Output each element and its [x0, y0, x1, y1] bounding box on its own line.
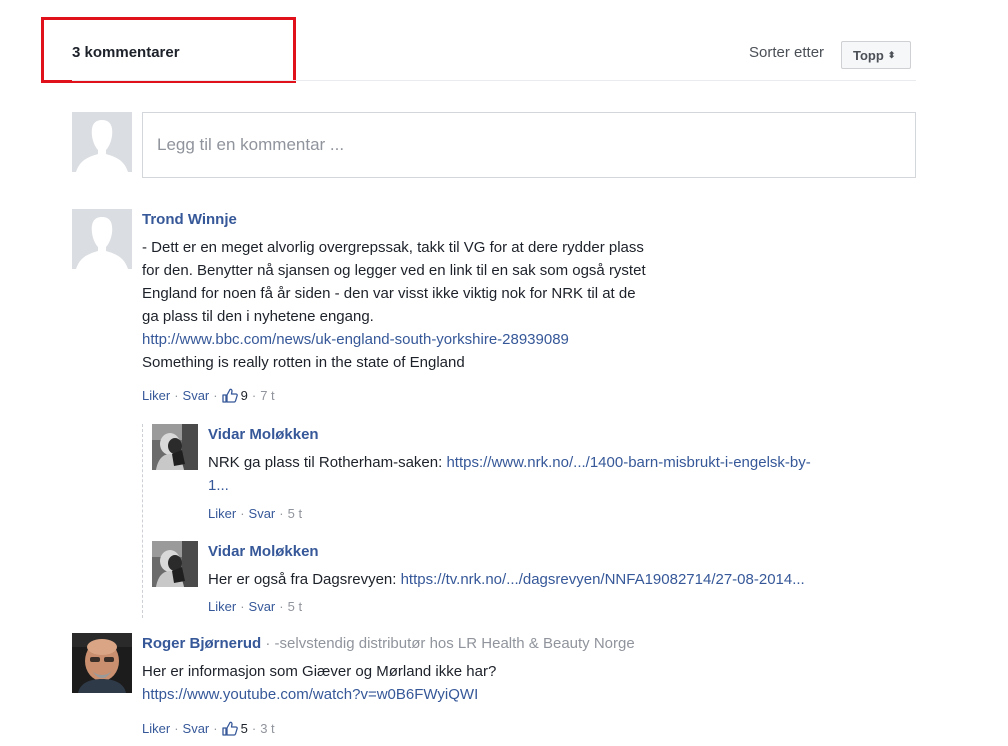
header-divider: [72, 80, 916, 81]
reply-link-url[interactable]: https://www.nrk.no/.../1400-barn-misbruk…: [446, 454, 810, 471]
comment-line: England for noen få år siden - den var v…: [142, 285, 636, 302]
sort-dropdown[interactable]: Topp ⬍: [841, 41, 911, 69]
author-subtitle: -selvstendig distributør hos LR Health &…: [274, 635, 635, 652]
reply-avatar[interactable]: [152, 541, 198, 587]
like-count: 9: [240, 388, 248, 403]
comment-author[interactable]: Roger Bjørnerud: [142, 635, 261, 652]
reply-thread-line: [142, 424, 143, 618]
reply-actions: Liker · Svar · 5 t: [208, 506, 303, 521]
comment-count: 3 kommentarer: [72, 44, 180, 61]
reply-time[interactable]: 5 t: [288, 599, 302, 614]
commenter-avatar[interactable]: [72, 633, 132, 693]
like-link[interactable]: Liker: [208, 599, 236, 614]
comment-link[interactable]: http://www.bbc.com/news/uk-england-south…: [142, 331, 569, 348]
reply-link[interactable]: Svar: [249, 599, 276, 614]
comment-body: Her er informasjon som Giæver og Mørland…: [142, 660, 842, 706]
thumbs-up-icon: [221, 721, 238, 736]
comment-actions: Liker · Svar · 9 · 7 t: [142, 388, 275, 403]
comment-input[interactable]: Legg til en kommentar ...: [142, 112, 916, 178]
thumbs-up-icon: [221, 388, 238, 403]
default-avatar-icon: [72, 209, 132, 269]
comment-actions: Liker · Svar · 5 · 3 t: [142, 721, 275, 736]
comment-link[interactable]: https://www.youtube.com/watch?v=w0B6FWyi…: [142, 686, 478, 703]
comment-author[interactable]: Trond Winnje: [142, 211, 237, 228]
like-count: 5: [240, 721, 248, 736]
child-photo-avatar-icon: [152, 541, 198, 587]
comment-time[interactable]: 3 t: [260, 721, 274, 736]
child-photo-avatar-icon: [152, 424, 198, 470]
like-link[interactable]: Liker: [142, 721, 170, 736]
sort-arrows-icon: ⬍: [887, 49, 896, 60]
man-photo-avatar-icon: [72, 633, 132, 693]
reply-author[interactable]: Vidar Moløkken: [208, 426, 319, 443]
like-link[interactable]: Liker: [142, 388, 170, 403]
reply-link[interactable]: Svar: [249, 506, 276, 521]
reply-link-url[interactable]: https://tv.nrk.no/.../dagsrevyen/NNFA190…: [401, 571, 805, 588]
default-avatar-icon: [72, 112, 132, 172]
reply-link[interactable]: Svar: [183, 388, 210, 403]
comment-line: for den. Benytter nå sjansen og legger v…: [142, 262, 646, 279]
reply-author[interactable]: Vidar Moløkken: [208, 543, 319, 560]
sort-label: Sorter etter: [749, 44, 825, 61]
reply-link-url-cont[interactable]: 1...: [208, 477, 229, 494]
like-link[interactable]: Liker: [208, 506, 236, 521]
comment-body: - Dett er en meget alvorlig overgrepssak…: [142, 236, 762, 374]
reply-avatar[interactable]: [152, 424, 198, 470]
comment-line: Something is really rotten in the state …: [142, 354, 465, 371]
reply-time[interactable]: 5 t: [288, 506, 302, 521]
comment-time[interactable]: 7 t: [260, 388, 274, 403]
reply-body: NRK ga plass til Rotherham-saken: https:…: [208, 451, 923, 497]
comment-line: Her er informasjon som Giæver og Mørland…: [142, 663, 497, 680]
reply-actions: Liker · Svar · 5 t: [208, 599, 303, 614]
comment-author-row: Roger Bjørnerud · -selvstendig distribut…: [142, 635, 635, 652]
comment-line: - Dett er en meget alvorlig overgrepssak…: [142, 239, 644, 256]
reply-text: NRK ga plass til Rotherham-saken:: [208, 454, 447, 471]
current-user-avatar: [72, 112, 132, 172]
comment-line: ga plass til den i nyhetene engang.: [142, 308, 374, 325]
commenter-avatar[interactable]: [72, 209, 132, 269]
reply-text: Her er også fra Dagsrevyen:: [208, 571, 401, 588]
reply-body: Her er også fra Dagsrevyen: https://tv.n…: [208, 568, 928, 591]
reply-link[interactable]: Svar: [183, 721, 210, 736]
sort-value: Topp: [853, 47, 884, 63]
